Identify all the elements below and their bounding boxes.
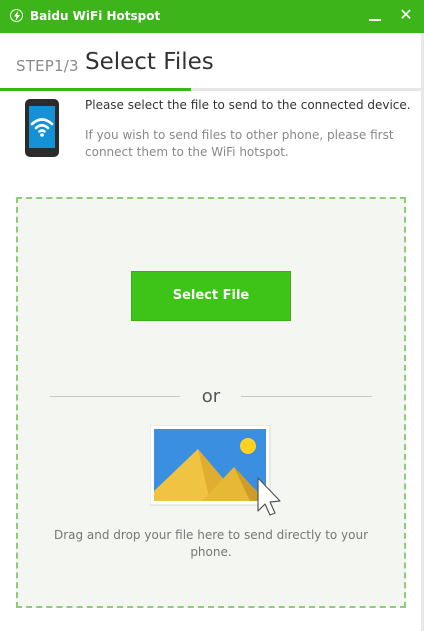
step-progress-fill	[0, 88, 191, 91]
drag-drop-instructions: Drag and drop your file here to send dir…	[53, 528, 369, 559]
title-bar: Baidu WiFi Hotspot ✕	[0, 0, 424, 33]
wifi-icon	[30, 118, 54, 137]
minimize-icon[interactable]	[366, 6, 384, 26]
or-separator: or	[201, 386, 221, 407]
step-indicator: STEP1/3	[16, 57, 79, 75]
divider-right	[241, 396, 372, 397]
app-logo-icon	[10, 9, 23, 22]
hint-text: If you wish to send files to other phone…	[85, 128, 394, 159]
window-title: Baidu WiFi Hotspot	[30, 9, 161, 23]
divider-left	[50, 396, 180, 397]
select-file-button[interactable]: Select File	[131, 271, 291, 321]
instruction-text: Please select the file to send to the co…	[85, 98, 411, 112]
image-drop-icon	[150, 425, 281, 516]
page-title: Select Files	[85, 49, 214, 75]
close-icon[interactable]: ✕	[396, 5, 416, 25]
